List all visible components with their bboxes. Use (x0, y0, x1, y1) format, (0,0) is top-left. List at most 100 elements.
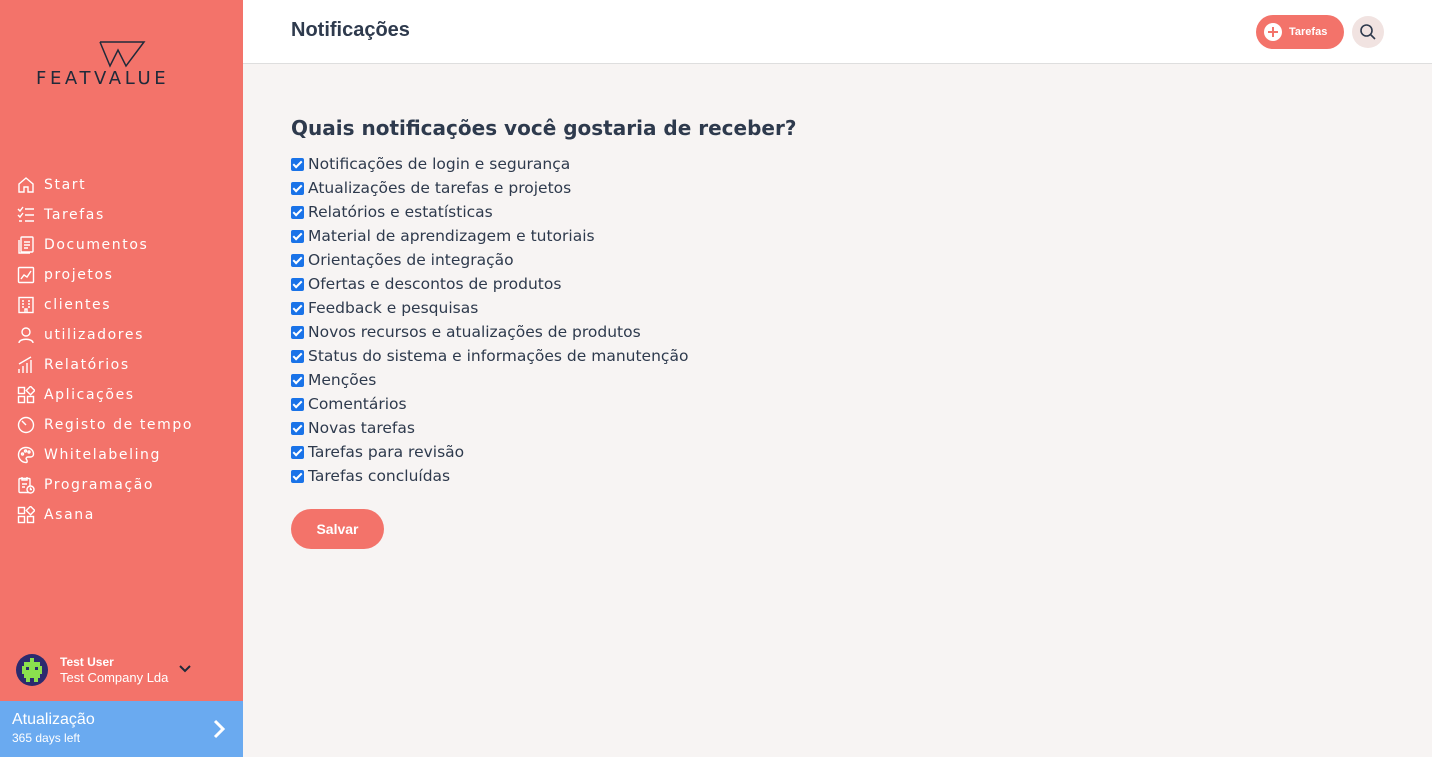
sidebar-item-tarefas[interactable]: Tarefas (0, 200, 243, 230)
option-label: Notificações de login e segurança (308, 155, 571, 173)
checkbox-checked[interactable] (291, 325, 304, 339)
avatar-pixel-icon (22, 658, 42, 682)
apps-grid-icon (17, 386, 35, 404)
checkbox-checked[interactable] (291, 397, 304, 411)
checkbox-checked[interactable] (291, 445, 304, 459)
option-label: Tarefas concluídas (308, 467, 451, 485)
checkbox-checked[interactable] (291, 205, 304, 219)
sidebar-item-label: Programação (44, 477, 155, 493)
search-icon (1360, 24, 1376, 40)
plus-circle-icon (1264, 23, 1282, 41)
checkbox-checked[interactable] (291, 349, 304, 363)
upgrade-days-left: 365 days left (12, 731, 81, 745)
documents-icon (18, 236, 34, 254)
option-label: Atualizações de tarefas e projetos (308, 179, 572, 197)
sidebar-item-label: Start (44, 177, 87, 193)
sidebar-item-start[interactable]: Start (0, 170, 243, 200)
option-label: Orientações de integração (308, 251, 514, 269)
sidebar-item-label: utilizadores (44, 327, 144, 343)
notification-option[interactable]: Orientações de integração (291, 248, 1391, 272)
sidebar-item-aplicacoes[interactable]: Aplicações (0, 380, 243, 410)
sidebar-item-relatorios[interactable]: Relatórios (0, 350, 243, 380)
schedule-icon (18, 477, 35, 494)
checkbox-checked[interactable] (291, 181, 304, 195)
sidebar-item-label: Registo de tempo (44, 417, 194, 433)
home-icon (18, 177, 34, 193)
notification-option[interactable]: Feedback e pesquisas (291, 296, 1391, 320)
notification-option[interactable]: Status do sistema e informações de manut… (291, 344, 1391, 368)
palette-icon (17, 446, 35, 464)
checkbox-checked[interactable] (291, 469, 304, 483)
notifications-settings: Quais notificações você gostaria de rece… (291, 114, 1391, 549)
sidebar-nav: Start Tarefas Documentos projetos client… (0, 170, 243, 530)
option-label: Menções (308, 371, 377, 389)
sidebar-item-utilizadores[interactable]: utilizadores (0, 320, 243, 350)
checkbox-checked[interactable] (291, 229, 304, 243)
notification-option[interactable]: Tarefas concluídas (291, 464, 1391, 488)
option-label: Novos recursos e atualizações de produto… (308, 323, 641, 341)
user-name: Test User (60, 655, 114, 669)
sidebar-item-label: Tarefas (44, 207, 105, 223)
notification-option[interactable]: Tarefas para revisão (291, 440, 1391, 464)
option-label: Tarefas para revisão (308, 443, 465, 461)
sidebar-item-label: Asana (44, 507, 95, 523)
sidebar-item-programacao[interactable]: Programação (0, 470, 243, 500)
top-header: Notificações Tarefas (243, 0, 1432, 64)
option-label: Feedback e pesquisas (308, 299, 479, 317)
sidebar-item-projetos[interactable]: projetos (0, 260, 243, 290)
notification-option[interactable]: Relatórios e estatísticas (291, 200, 1391, 224)
notification-option[interactable]: Menções (291, 368, 1391, 392)
chevron-right-icon (213, 719, 226, 739)
upgrade-banner[interactable]: Atualização 365 days left (0, 701, 243, 757)
logo[interactable]: FEATVALUE (36, 40, 211, 90)
sidebar-item-label: Aplicações (44, 387, 135, 403)
option-label: Comentários (308, 395, 407, 413)
avatar (16, 654, 48, 686)
user-menu[interactable]: Test User Test Company Lda (16, 650, 226, 690)
sidebar-item-whitelabeling[interactable]: Whitelabeling (0, 440, 243, 470)
logo-text: FEATVALUE (36, 68, 170, 89)
checkbox-checked[interactable] (291, 421, 304, 435)
sidebar-item-label: Documentos (44, 237, 149, 253)
sidebar-item-label: clientes (44, 297, 112, 313)
building-icon (18, 296, 34, 314)
checkbox-checked[interactable] (291, 277, 304, 291)
upgrade-title: Atualização (12, 711, 95, 728)
user-info: Test User Test Company Lda (60, 654, 168, 686)
checkbox-checked[interactable] (291, 157, 304, 171)
notification-option[interactable]: Notificações de login e segurança (291, 152, 1391, 176)
notification-option[interactable]: Material de aprendizagem e tutoriais (291, 224, 1391, 248)
logo-mark-icon (99, 41, 146, 68)
notification-option[interactable]: Novas tarefas (291, 416, 1391, 440)
sidebar: FEATVALUE Start Tarefas Documentos proje… (0, 0, 243, 757)
sidebar-item-registo-de-tempo[interactable]: Registo de tempo (0, 410, 243, 440)
sidebar-item-asana[interactable]: Asana (0, 500, 243, 530)
option-label: Novas tarefas (308, 419, 415, 437)
chart-icon (17, 266, 35, 284)
notification-option[interactable]: Comentários (291, 392, 1391, 416)
sidebar-item-documentos[interactable]: Documentos (0, 230, 243, 260)
sidebar-item-label: Whitelabeling (44, 447, 162, 463)
sidebar-item-clientes[interactable]: clientes (0, 290, 243, 320)
task-list-icon (17, 206, 34, 222)
checkbox-checked[interactable] (291, 253, 304, 267)
save-button[interactable]: Salvar (291, 509, 384, 549)
checkbox-checked[interactable] (291, 301, 304, 315)
option-label: Ofertas e descontos de produtos (308, 275, 562, 293)
apps-grid-icon (17, 506, 35, 524)
notification-option[interactable]: Novos recursos e atualizações de produto… (291, 320, 1391, 344)
add-task-button[interactable]: Tarefas (1256, 15, 1344, 49)
option-label: Material de aprendizagem e tutoriais (308, 227, 595, 245)
chevron-down-icon[interactable] (178, 662, 192, 676)
notifications-question: Quais notificações você gostaria de rece… (291, 116, 797, 140)
user-company: Test Company Lda (60, 670, 169, 685)
user-icon (18, 327, 34, 344)
option-label: Status do sistema e informações de manut… (308, 347, 689, 365)
page-title: Notificações (291, 19, 410, 41)
search-button[interactable] (1352, 16, 1384, 48)
notification-option[interactable]: Ofertas e descontos de produtos (291, 272, 1391, 296)
add-task-label: Tarefas (1289, 26, 1328, 38)
checkbox-checked[interactable] (291, 373, 304, 387)
notification-option[interactable]: Atualizações de tarefas e projetos (291, 176, 1391, 200)
bar-chart-icon (18, 356, 32, 373)
